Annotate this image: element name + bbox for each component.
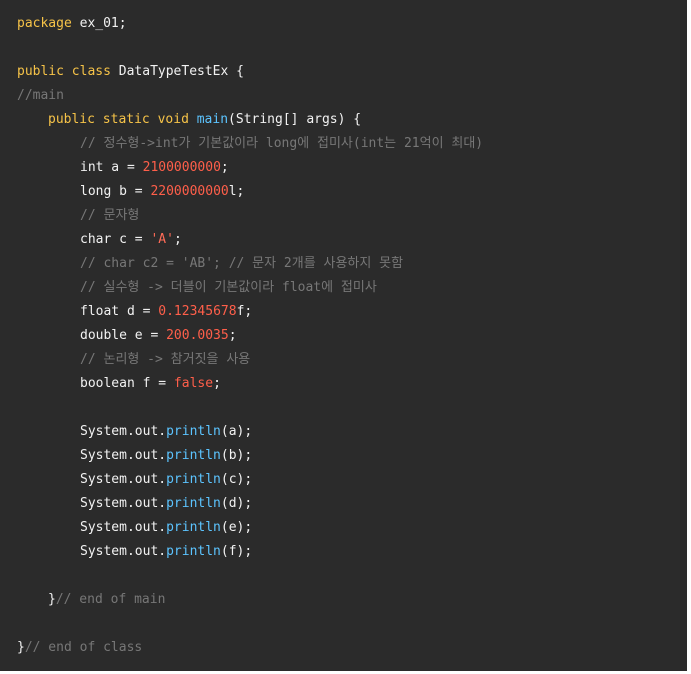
code-line-comment-char: // 문자형 [80,204,139,228]
comment-char: // 문자형 [80,208,140,223]
long-decl: long b = [80,184,151,199]
code-line-println-c: System.out.println(c); [80,468,252,492]
code-line-boolean: boolean f = false; [80,372,221,396]
class-name: DataTypeTestEx { [110,64,244,79]
code-block: package ex_01; public class DataTypeTest… [0,0,689,671]
println-arg: (d); [220,496,253,511]
keyword-void: void [157,112,189,127]
semicolon: ; [220,160,229,175]
comment-main: //main [17,88,64,103]
char-decl: char c = [80,232,151,247]
semicolon: ; [173,232,182,247]
main-args: (String[] args) { [228,112,362,127]
code-line-println-b: System.out.println(b); [80,444,252,468]
char-value: 'A' [150,232,174,247]
keyword-public: public [17,64,64,79]
comment-float: // 실수형 -> 더블이 기본값이라 float에 접미사 [80,280,377,295]
long-value: 2200000000 [150,184,229,199]
int-decl: int a = [80,160,143,175]
sysout: System.out. [80,448,167,463]
method-println: println [166,496,221,511]
code-line-main-decl: public static void main(String[] args) { [48,108,361,132]
code-line-comment-int: // 정수형->int가 기본값이라 long에 접미사(int는 21억이 최… [80,132,483,156]
float-value: 0.12345678 [158,304,237,319]
code-line-int: int a = 2100000000; [80,156,229,180]
sysout: System.out. [80,520,167,535]
code-line-println-f: System.out.println(f); [80,540,252,564]
method-main: main [196,112,229,127]
sysout: System.out. [80,424,167,439]
code-line-comment-char2: // char c2 = 'AB'; // 문자 2개를 사용하지 못함 [80,252,403,276]
comment-int: // 정수형->int가 기본값이라 long에 접미사(int는 21억이 최… [80,136,484,151]
sysout: System.out. [80,496,167,511]
comment-char2: // char c2 = 'AB'; // 문자 2개를 사용하지 못함 [80,256,404,271]
close-brace: } [48,592,56,607]
comment-end-class: // end of class [24,640,143,655]
println-arg: (a); [220,424,253,439]
boolean-value: false [173,376,214,391]
method-println: println [166,472,221,487]
close-brace: } [17,640,25,655]
code-line-comment-main: //main [17,84,64,108]
package-name: ex_01; [71,16,127,31]
semicolon: ; [213,376,221,391]
method-println: println [166,520,221,535]
float-decl: float d = [80,304,159,319]
code-line-char: char c = 'A'; [80,228,182,252]
println-arg: (c); [220,472,253,487]
keyword-public: public [48,112,95,127]
code-line-println-d: System.out.println(d); [80,492,252,516]
comment-bool: // 논리형 -> 참거짓을 사용 [80,352,251,367]
println-arg: (e); [220,520,253,535]
keyword-package: package [17,16,72,31]
sysout: System.out. [80,472,167,487]
semicolon: ; [228,328,237,343]
code-line-end-class: }// end of class [17,636,142,660]
method-println: println [166,544,221,559]
method-println: println [166,424,221,439]
sysout: System.out. [80,544,167,559]
keyword-class: class [71,64,111,79]
code-line-println-a: System.out.println(a); [80,420,252,444]
method-println: println [166,448,221,463]
code-line-package: package ex_01; [17,12,127,36]
println-arg: (f); [220,544,253,559]
code-line-println-e: System.out.println(e); [80,516,252,540]
int-value: 2100000000 [142,160,221,175]
code-line-end-main: }// end of main [48,588,165,612]
float-suffix: f; [236,304,253,319]
code-line-comment-bool: // 논리형 -> 참거짓을 사용 [80,348,250,372]
println-arg: (b); [220,448,253,463]
boolean-decl: boolean f = [80,376,174,391]
code-line-comment-float: // 실수형 -> 더블이 기본값이라 float에 접미사 [80,276,377,300]
keyword-static: static [102,112,150,127]
code-line-long: long b = 2200000000l; [80,180,244,204]
long-suffix: l; [228,184,245,199]
double-decl: double e = [80,328,167,343]
code-line-float: float d = 0.12345678f; [80,300,252,324]
comment-end-main: // end of main [55,592,166,607]
code-line-class-decl: public class DataTypeTestEx { [17,60,244,84]
code-line-double: double e = 200.0035; [80,324,237,348]
double-value: 200.0035 [166,328,229,343]
